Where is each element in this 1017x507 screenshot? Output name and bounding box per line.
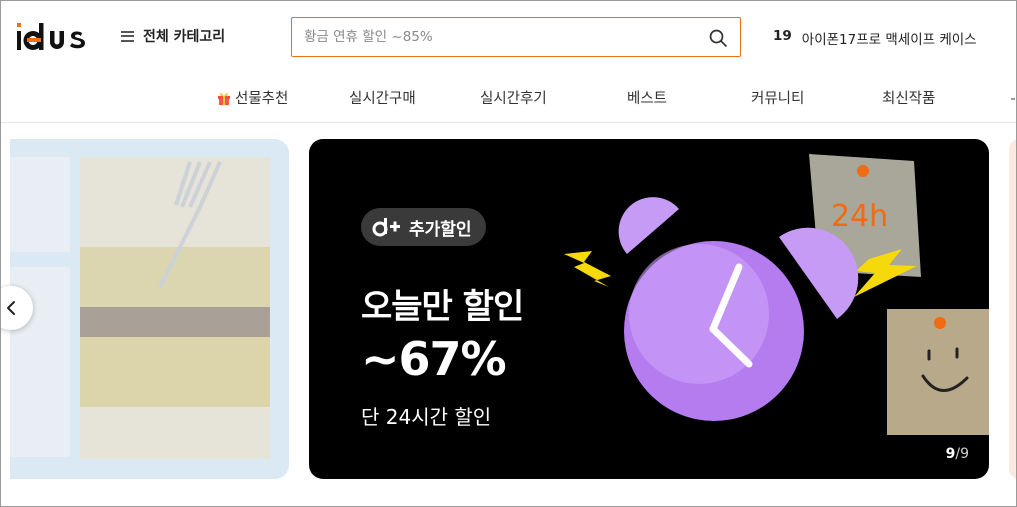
all-categories-label: 전체 카테고리: [143, 29, 226, 45]
nav-label-community: 커뮤니티: [751, 91, 805, 107]
logo-wordmark: [17, 23, 85, 50]
sticky-note-smiley: [887, 309, 989, 435]
slide-counter-current: 9: [945, 446, 956, 462]
slide-counter-total: /9: [955, 446, 969, 462]
nav-item-latest[interactable]: 최신작품: [882, 87, 935, 108]
search-icon[interactable]: [708, 28, 728, 48]
pushpin-icon: [857, 165, 869, 177]
nav-overflow-indicator: [1011, 98, 1015, 100]
idus-logo[interactable]: [17, 22, 89, 52]
all-categories-button[interactable]: 전체 카테고리: [121, 26, 225, 46]
nav-item-gift[interactable]: 선물추천: [217, 87, 288, 108]
alarm-clock-icon: [618, 197, 859, 421]
nav-label-realtime-purchase: 실시간구매: [349, 91, 416, 107]
trending-rank: 19: [773, 28, 792, 44]
banner-subtitle: 단 24시간 할인: [361, 405, 492, 429]
nav-label-gift: 선물추천: [235, 91, 289, 107]
main-nav: 선물추천 실시간구매 실시간후기 베스트 커뮤니티 최신작품: [0, 87, 1017, 111]
main-banner-slide[interactable]: 24h 추가할인 오늘만 할인 ~67% 단 24시간 할인 9/9: [309, 139, 989, 479]
nav-item-realtime-review[interactable]: 실시간후기: [480, 87, 547, 108]
banner-headline: 오늘만 할인: [361, 287, 524, 327]
previous-banner-slide[interactable]: [10, 139, 289, 479]
header-divider: [0, 122, 1017, 123]
badge-label: 추가할인: [409, 219, 472, 240]
slide-thumbnail: [10, 157, 70, 252]
banner-discount: ~67%: [361, 332, 507, 386]
nav-item-realtime-purchase[interactable]: 실시간구매: [349, 87, 416, 108]
search-input[interactable]: [304, 27, 694, 47]
trending-keyword-text: 아이폰17프로 맥세이프 케이스: [801, 32, 977, 48]
nav-item-best[interactable]: 베스트: [627, 87, 667, 108]
idus-plus-icon: [372, 218, 400, 237]
nav-label-latest: 최신작품: [882, 91, 936, 107]
nav-label-best: 베스트: [627, 91, 668, 107]
trending-keyword[interactable]: 19 아이폰17프로 맥세이프 케이스: [773, 28, 977, 48]
nav-item-community[interactable]: 커뮤니티: [751, 87, 804, 108]
chevron-left-icon: [7, 301, 15, 315]
next-banner-slide[interactable]: [1009, 139, 1017, 479]
nav-label-realtime-review: 실시간후기: [480, 91, 547, 107]
extra-discount-badge: 추가할인: [361, 208, 486, 246]
search-bar[interactable]: [291, 17, 741, 57]
gift-icon: [218, 93, 230, 105]
slide-counter: 9/9: [946, 446, 969, 462]
dessert-photo: [80, 157, 270, 459]
note-24h-text: 24h: [831, 199, 888, 234]
hamburger-icon: [121, 30, 134, 42]
